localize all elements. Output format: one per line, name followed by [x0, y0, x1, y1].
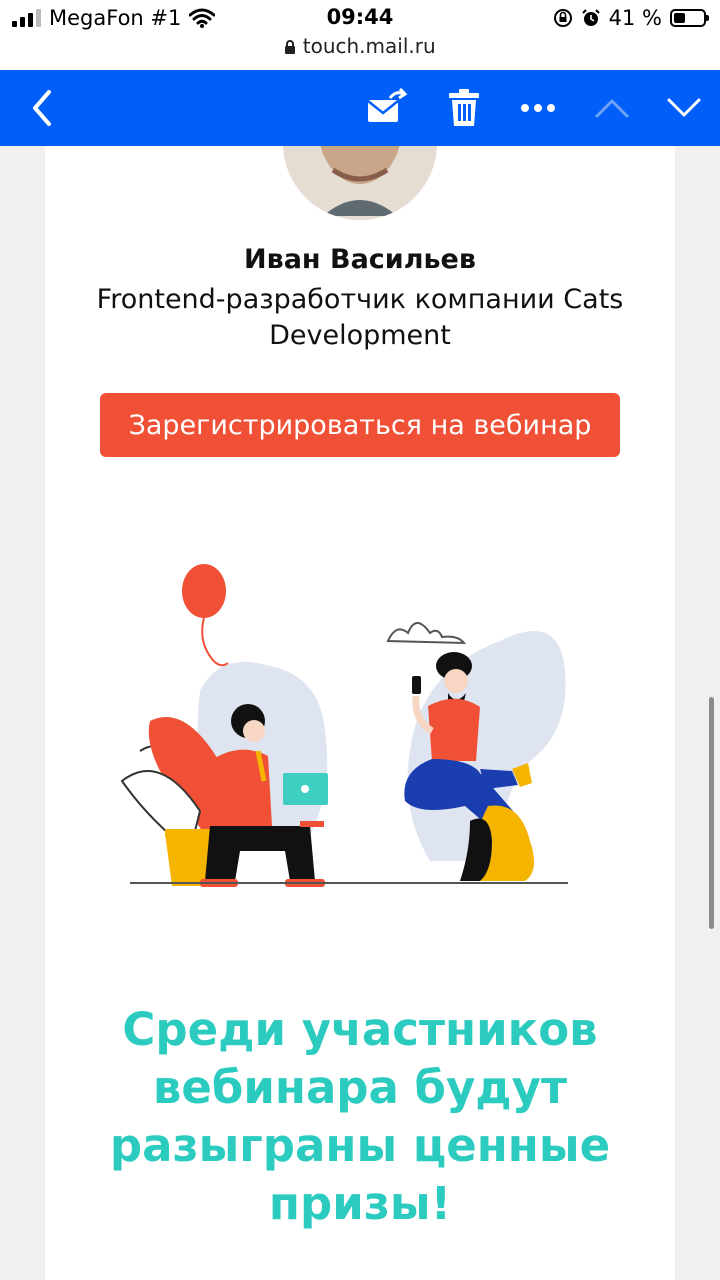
trash-icon [449, 89, 479, 126]
mark-unread-envelope-icon [367, 88, 408, 122]
more-button[interactable] [516, 70, 560, 146]
url-text: touch.mail.ru [302, 34, 436, 58]
speaker-avatar [283, 146, 437, 220]
speaker-role: Frontend-разработчик компании Cats Devel… [96, 284, 624, 351]
delete-button[interactable] [444, 70, 484, 146]
address-bar[interactable]: touch.mail.ru [0, 34, 720, 58]
orientation-lock-icon [553, 9, 572, 27]
next-email-button[interactable] [666, 70, 702, 146]
previous-chevron-up-icon [595, 99, 629, 118]
next-chevron-down-icon [667, 98, 701, 117]
more-dots-icon [521, 104, 555, 112]
mark-unread-button[interactable] [362, 70, 410, 146]
webinar-illustration [120, 551, 580, 895]
back-button[interactable] [20, 70, 64, 146]
status-bar: MegaFon #1 09:44 41 % touch.mail.ru [0, 0, 720, 70]
battery-icon [670, 9, 709, 27]
alarm-icon [581, 9, 600, 26]
lock-icon [285, 40, 296, 54]
mail-toolbar [0, 70, 720, 146]
status-right: 41 % [553, 6, 709, 30]
email-body: Иван Васильев Frontend-разработчик компа… [45, 146, 675, 1280]
back-chevron-icon [33, 90, 51, 126]
previous-email-button[interactable] [594, 70, 630, 146]
promo-heading: Среди участников вебинара будут разыгран… [109, 1003, 611, 1230]
battery-percent: 41 % [608, 6, 662, 30]
register-webinar-button[interactable]: Зарегистрироваться на вебинар [100, 393, 620, 457]
scrollbar[interactable] [709, 697, 714, 929]
speaker-name: Иван Васильев [244, 244, 476, 275]
